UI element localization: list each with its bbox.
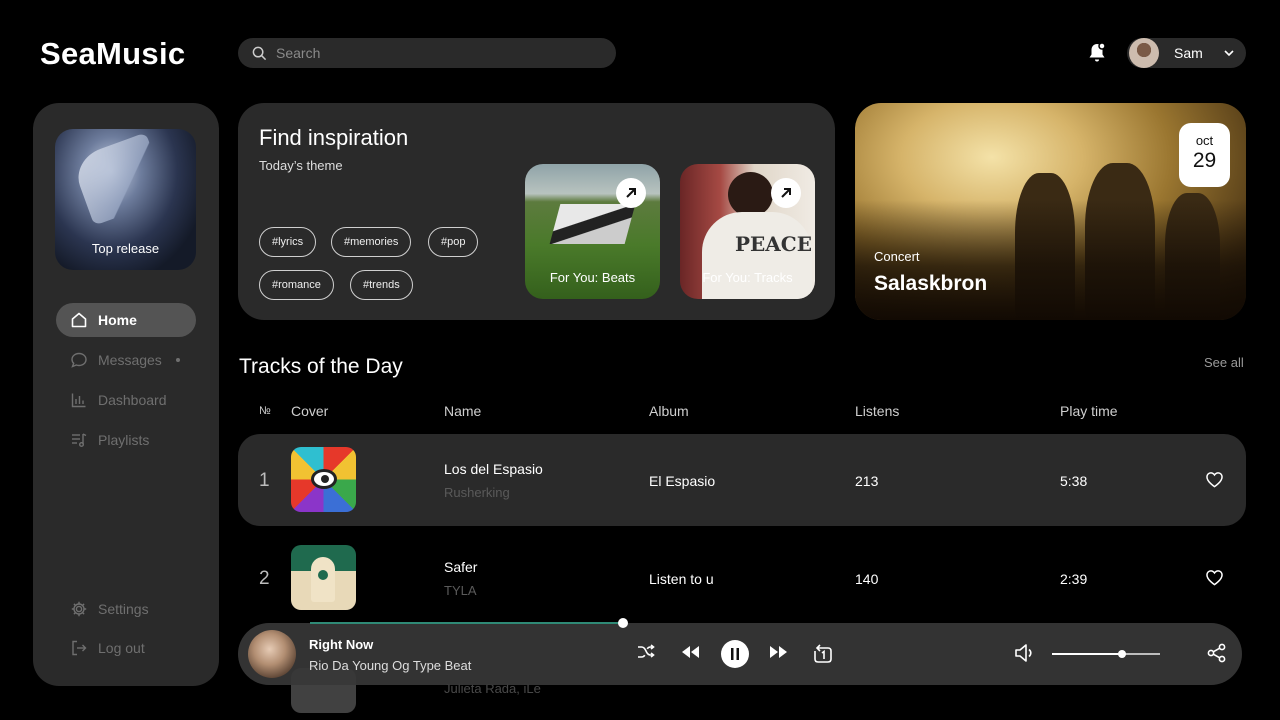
gear-icon: [71, 601, 87, 617]
date-month: oct: [1195, 133, 1214, 148]
card-label: For You: Beats: [549, 270, 636, 285]
tag-chip[interactable]: #lyrics: [259, 227, 317, 257]
now-playing-cover[interactable]: [248, 630, 296, 678]
notification-bell-icon[interactable]: [1085, 41, 1109, 65]
concert-card[interactable]: oct 29 Concert Salaskbron: [855, 103, 1246, 320]
heart-icon[interactable]: [1205, 471, 1224, 488]
track-name: Safer: [444, 559, 478, 575]
inspiration-title: Find inspiration: [259, 125, 409, 150]
track-listens: 213: [855, 473, 879, 489]
track-artist[interactable]: Rusherking: [444, 485, 510, 500]
for-you-beats-card[interactable]: For You: Beats: [525, 164, 660, 299]
search-input[interactable]: [276, 45, 576, 61]
avatar: [1129, 38, 1159, 68]
card-artwork: [549, 204, 636, 244]
sidebar-item-logout[interactable]: Log out: [56, 631, 196, 665]
logout-icon: [72, 640, 87, 656]
pause-button[interactable]: [721, 640, 749, 668]
tag-chip[interactable]: #memories: [331, 227, 412, 257]
track-listens: 140: [855, 571, 879, 587]
track-cover: [291, 447, 356, 512]
fast-forward-icon[interactable]: [768, 642, 790, 662]
chart-icon: [71, 393, 86, 408]
card-artwork-text: PEACE: [735, 232, 812, 256]
column-header-listens[interactable]: Listens: [855, 403, 899, 419]
top-release-card[interactable]: Top release: [55, 129, 196, 270]
inspiration-subtitle: Today’s theme: [259, 158, 343, 173]
column-header-cover: Cover: [291, 403, 329, 419]
app-logo[interactable]: SeaMusic: [40, 36, 185, 72]
search-bar[interactable]: [238, 38, 616, 68]
playback-progress-bar[interactable]: [310, 622, 623, 624]
share-icon[interactable]: [1206, 642, 1228, 664]
playback-progress-handle[interactable]: [618, 618, 628, 628]
track-number: 1: [259, 470, 270, 491]
heart-icon[interactable]: [1205, 569, 1224, 586]
user-name: Sam: [1174, 45, 1203, 61]
volume-slider-fill: [1052, 653, 1121, 655]
sidebar-item-playlists[interactable]: Playlists: [56, 423, 196, 457]
tag-chip[interactable]: #trends: [350, 270, 413, 300]
inspiration-panel: Find inspiration Today’s theme #lyrics #…: [238, 103, 835, 320]
track-cover: [291, 545, 356, 610]
volume-slider-handle[interactable]: [1118, 650, 1126, 658]
table-row[interactable]: 1 Los del Espasio Rusherking El Espasio …: [238, 434, 1246, 526]
card-artwork: [728, 172, 773, 217]
tag-chip[interactable]: #romance: [259, 270, 334, 300]
volume-icon[interactable]: [1013, 642, 1037, 664]
search-icon: [252, 46, 267, 60]
sidebar-item-label: Log out: [98, 640, 145, 656]
tag-chip[interactable]: #pop: [428, 227, 479, 257]
date-badge: oct 29: [1179, 123, 1230, 187]
chevron-down-icon: [1224, 49, 1234, 56]
concert-name: Salaskbron: [874, 272, 988, 295]
column-header-play-time[interactable]: Play time: [1060, 403, 1118, 419]
track-name: Los del Espasio: [444, 461, 543, 477]
sidebar-item-label: Playlists: [98, 432, 150, 448]
track-number: 2: [259, 568, 270, 589]
track-play-time: 2:39: [1060, 571, 1088, 587]
sidebar-item-settings[interactable]: Settings: [56, 592, 196, 626]
column-header-name[interactable]: Name: [444, 403, 481, 419]
column-header-number: №: [259, 405, 271, 417]
sidebar-item-label: Home: [98, 312, 137, 328]
repeat-one-icon[interactable]: [812, 642, 834, 664]
sidebar-item-home[interactable]: Home: [56, 303, 196, 337]
track-play-time: 5:38: [1060, 473, 1088, 489]
card-label: For You: Tracks: [702, 270, 793, 285]
for-you-tracks-card[interactable]: PEACE For You: Tracks: [680, 164, 815, 299]
player-bar: Right Now Rio Da Young Og Type Beat: [238, 623, 1242, 685]
sidebar: Top release Home Messages Dashboard Play…: [33, 103, 219, 686]
arrow-up-right-icon[interactable]: [771, 178, 801, 208]
user-menu[interactable]: Sam: [1127, 38, 1246, 68]
top-release-label: Top release: [91, 241, 160, 256]
concert-category: Concert: [874, 249, 920, 264]
date-day: 29: [1192, 149, 1217, 172]
sidebar-item-dashboard[interactable]: Dashboard: [56, 383, 196, 417]
message-icon: [71, 352, 87, 368]
sidebar-item-label: Dashboard: [98, 392, 167, 408]
arrow-up-right-icon[interactable]: [616, 178, 646, 208]
now-playing-artist[interactable]: Rio Da Young Og Type Beat: [309, 658, 471, 673]
cover-artwork: [311, 557, 335, 602]
column-header-album[interactable]: Album: [649, 403, 689, 419]
see-all-link[interactable]: See all: [1204, 355, 1244, 370]
unread-dot: [175, 358, 180, 362]
sidebar-item-label: Settings: [98, 601, 149, 617]
track-artist[interactable]: TYLA: [444, 583, 477, 598]
track-album[interactable]: El Espasio: [649, 473, 715, 489]
top-release-artwork: [70, 132, 170, 226]
table-row[interactable]: 2 Safer TYLA Listen to u 140 2:39: [238, 532, 1246, 624]
sidebar-item-messages[interactable]: Messages: [56, 343, 196, 377]
section-title: Tracks of the Day: [239, 355, 403, 378]
rewind-icon[interactable]: [679, 642, 701, 662]
sidebar-item-label: Messages: [98, 352, 162, 368]
pause-icon: [731, 648, 739, 660]
playlist-icon: [72, 433, 87, 447]
home-icon: [71, 312, 87, 328]
shuffle-icon[interactable]: [636, 642, 656, 662]
track-album[interactable]: Listen to u: [649, 571, 714, 587]
cover-artwork: [311, 469, 337, 489]
now-playing-title[interactable]: Right Now: [309, 637, 373, 652]
